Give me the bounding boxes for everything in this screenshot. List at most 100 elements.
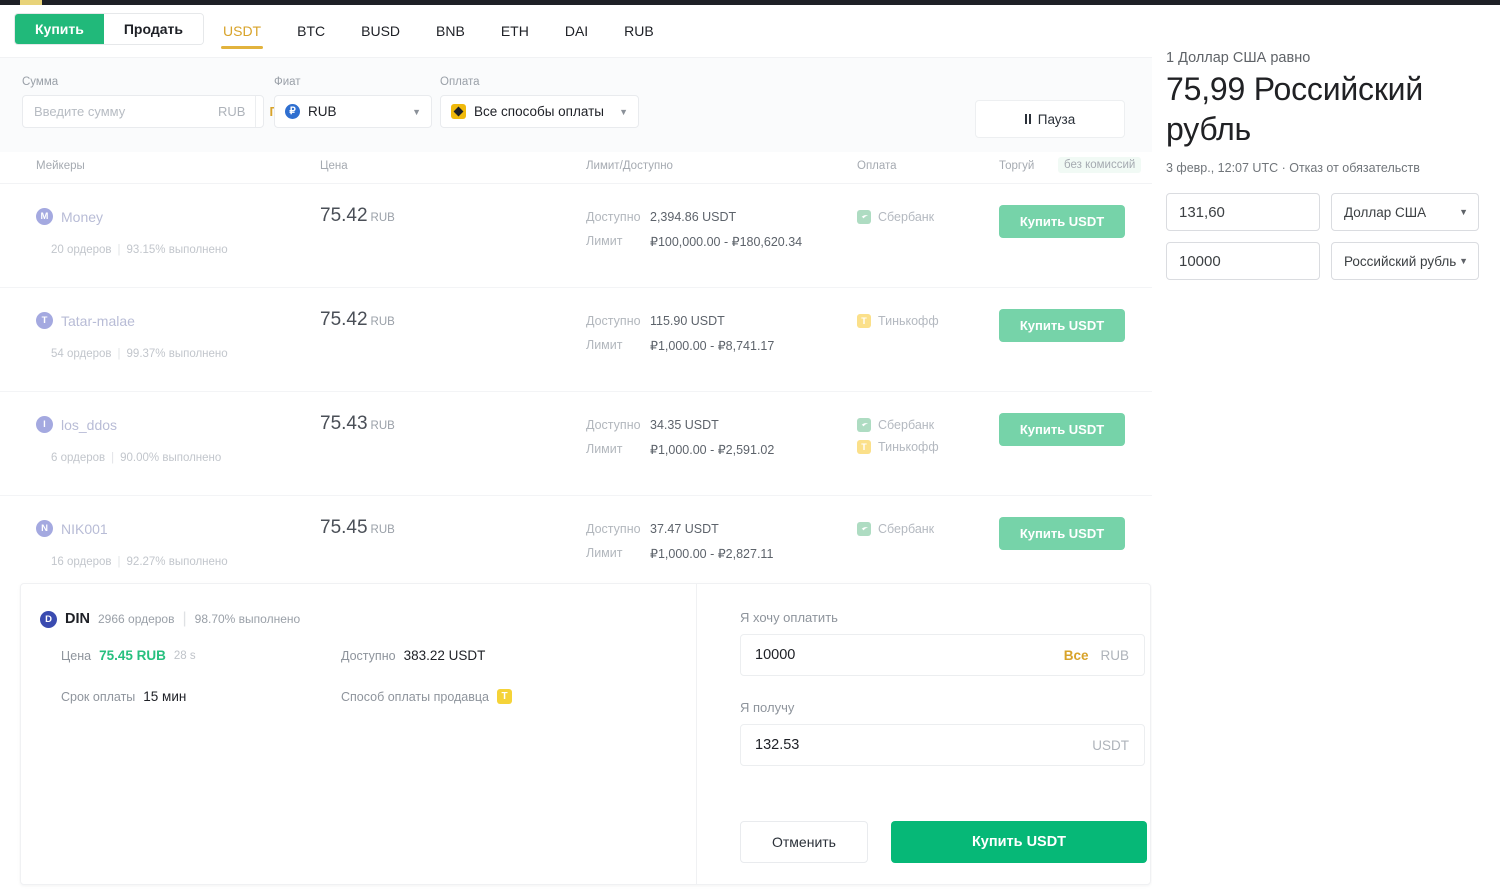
payment-label: Оплата	[440, 76, 480, 88]
panel-merchant-header: D DIN 2966 ордеров | 98.70% выполнено	[40, 610, 300, 628]
currency-converter-widget: 1 Доллар США равно 75,99 Российский рубл…	[1152, 5, 1500, 896]
payment-method: T Тинькофф	[857, 314, 939, 328]
tab-btc[interactable]: BTC	[279, 5, 343, 57]
merchant-completion: 98.70% выполнено	[194, 612, 301, 626]
price-value: 75.43	[320, 413, 368, 434]
maker-name[interactable]: NIK001	[61, 521, 108, 537]
maker-completion: 92.27% выполнено	[126, 556, 228, 568]
order-form: Я хочу оплатить Все RUB Я получу USDT	[721, 584, 1151, 766]
avatar: T	[36, 312, 53, 329]
buy-sell-toggle: Купить Продать	[14, 13, 204, 45]
maker-cell[interactable]: N NIK001	[36, 520, 108, 537]
price-label: Цена	[61, 648, 92, 663]
tab-rub[interactable]: RUB	[606, 5, 672, 57]
fiat-value: RUB	[308, 104, 337, 119]
converter-from-select[interactable]: Доллар США ▼	[1331, 193, 1479, 231]
panel-info-row: Цена 75.45 RUB 28 s Доступно 383.22 USDT	[61, 648, 681, 663]
tab-bnb[interactable]: BNB	[418, 5, 483, 57]
divider: |	[111, 452, 115, 464]
amount-input[interactable]	[23, 96, 218, 127]
price-unit: RUB	[370, 316, 395, 328]
tab-dai[interactable]: DAI	[547, 5, 606, 57]
limit-label: Лимит	[586, 338, 623, 352]
available-value: 34.35 USDT	[650, 418, 719, 432]
available-value: 37.47 USDT	[650, 522, 719, 536]
available-value: 383.22 USDT	[403, 648, 486, 663]
maker-cell[interactable]: l los_ddos	[36, 416, 117, 433]
payterm-info: Срок оплаты 15 мин	[61, 689, 341, 704]
available-label: Доступно	[586, 314, 641, 328]
sell-tab[interactable]: Продать	[103, 14, 203, 44]
pause-button[interactable]: Пауза	[975, 100, 1125, 138]
receive-input[interactable]	[741, 725, 1093, 765]
limit-value: ₽100,000.00 - ₽180,620.34	[650, 235, 803, 249]
avatar: l	[36, 416, 53, 433]
page-header: Купить Продать USDT BTC BUSD BNB ETH DAI…	[0, 5, 1152, 57]
limit-value: ₽1,000.00 - ₽2,827.11	[650, 547, 774, 561]
payment-cell: T Тинькофф	[857, 314, 939, 336]
panel-info-grid: Цена 75.45 RUB 28 s Доступно 383.22 USDT…	[61, 648, 681, 730]
payment-cell: Сбербанк	[857, 210, 934, 232]
price-info: Цена 75.45 RUB 28 s	[61, 648, 341, 663]
payment-method: T Тинькофф	[857, 440, 939, 454]
avatar: M	[36, 208, 53, 225]
buy-usdt-button[interactable]: Купить USDT	[999, 517, 1125, 550]
table-row[interactable]: l los_ddos 6 ордеров | 90.00% выполнено …	[0, 392, 1152, 496]
maker-name[interactable]: Money	[61, 209, 103, 225]
available-value: 2,394.86 USDT	[650, 210, 737, 224]
sberbank-icon	[857, 522, 871, 536]
buy-usdt-button[interactable]: Купить USDT	[999, 309, 1125, 342]
cancel-button[interactable]: Отменить	[740, 821, 868, 863]
order-detail-panel: D DIN 2966 ордеров | 98.70% выполнено Це…	[20, 583, 1151, 885]
maker-orders: 6 ордеров	[51, 452, 106, 464]
payment-method-name: Тинькофф	[878, 314, 939, 328]
avatar: N	[36, 520, 53, 537]
available-label: Доступно	[586, 210, 641, 224]
table-row[interactable]: T Tatar-malae 54 ордеров | 99.37% выполн…	[0, 288, 1152, 392]
coin-tabs: USDT BTC BUSD BNB ETH DAI RUB	[205, 5, 672, 57]
converter-to-currency: Российский рубль	[1344, 253, 1457, 269]
price-cell: 75.43 RUB	[320, 413, 395, 435]
pay-input[interactable]	[741, 635, 1064, 675]
payterm-value: 15 мин	[143, 689, 187, 704]
maker-name[interactable]: Tatar-malae	[61, 313, 135, 329]
amount-label: Сумма	[22, 76, 59, 88]
divider: |	[182, 610, 187, 627]
maker-name[interactable]: los_ddos	[61, 417, 117, 433]
limit-cell: Доступно 115.90 USDT Лимит ₽1,000.00 - ₽8,…	[586, 314, 774, 363]
payment-method-name: Тинькофф	[878, 440, 939, 454]
buy-usdt-button[interactable]: Купить USDT	[999, 413, 1125, 446]
payment-method-name: Сбербанк	[878, 522, 935, 536]
table-row[interactable]: M Money 20 ордеров | 93.15% выполнено 75…	[0, 184, 1152, 288]
divider: |	[117, 244, 121, 256]
converter-from-row: Доллар США ▼	[1166, 193, 1486, 231]
sberbank-icon	[857, 418, 871, 432]
merchant-name[interactable]: DIN	[65, 611, 90, 627]
maker-orders: 16 ордеров	[51, 556, 112, 568]
payment-method: Сбербанк	[857, 418, 939, 432]
binance-diamond-icon	[451, 104, 466, 119]
limit-label: Лимит	[586, 234, 623, 248]
confirm-buy-button[interactable]: Купить USDT	[891, 821, 1147, 863]
tab-usdt[interactable]: USDT	[205, 5, 279, 57]
payment-cell: Сбербанк	[857, 522, 934, 544]
converter-to-input[interactable]	[1167, 243, 1319, 279]
tinkoff-icon: T	[857, 440, 871, 454]
pay-input-group: Все RUB	[740, 634, 1145, 676]
converter-from-input[interactable]	[1167, 194, 1319, 230]
pay-all-button[interactable]: Все	[1064, 648, 1101, 663]
receive-currency: USDT	[1092, 737, 1129, 753]
maker-stats: 16 ордеров | 92.27% выполнено	[51, 556, 228, 568]
buy-tab[interactable]: Купить	[15, 14, 104, 44]
fiat-select[interactable]: ₽ RUB ▼	[274, 95, 432, 128]
col-makers: Мейкеры	[36, 160, 85, 172]
buy-usdt-button[interactable]: Купить USDT	[999, 205, 1125, 238]
tab-eth[interactable]: ETH	[483, 5, 547, 57]
maker-cell[interactable]: M Money	[36, 208, 103, 225]
tab-busd[interactable]: BUSD	[343, 5, 418, 57]
amount-input-group: RUB Поиск	[22, 95, 308, 128]
pause-icon	[1024, 114, 1031, 124]
maker-cell[interactable]: T Tatar-malae	[36, 312, 135, 329]
converter-to-select[interactable]: Российский рубль ▼	[1331, 242, 1479, 280]
payment-select[interactable]: Все способы оплаты ▼	[440, 95, 639, 128]
